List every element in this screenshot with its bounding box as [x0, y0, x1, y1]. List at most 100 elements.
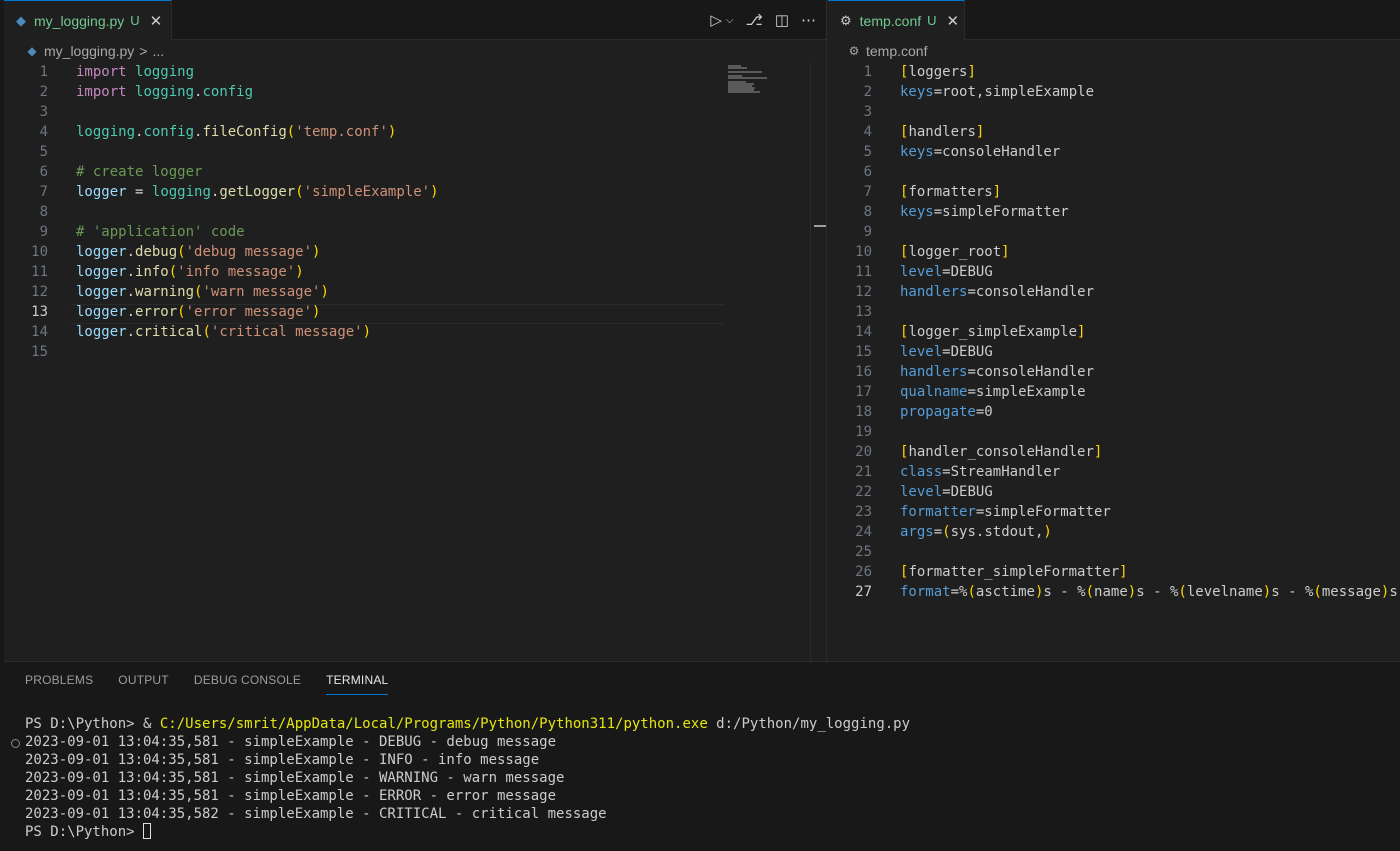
breadcrumb: ⚙ temp.conf [828, 40, 1400, 62]
breadcrumb-file[interactable]: temp.conf [866, 43, 927, 59]
code-text: keys=simpleFormatter [900, 204, 1069, 220]
tab-output[interactable]: OUTPUT [118, 671, 169, 695]
code-text: logging.config.fileConfig('temp.conf') [76, 124, 397, 140]
tab-my-logging-py[interactable]: ◆ my_logging.py U ✕ [4, 0, 172, 40]
line-number: 11 [855, 264, 872, 280]
close-icon[interactable]: ✕ [947, 12, 960, 30]
source-control-icon[interactable]: ⎇ [746, 11, 763, 29]
code-text: qualname=simpleExample [900, 384, 1086, 400]
line-number: 5 [39, 144, 48, 160]
code-text: logger.critical('critical message') [76, 324, 372, 340]
code-text: level=DEBUG [900, 264, 993, 280]
close-icon[interactable]: ✕ [150, 12, 163, 30]
line-number: 7 [39, 184, 48, 200]
code-text: args=(sys.stdout,) [900, 524, 1052, 540]
minimap[interactable] [724, 62, 814, 661]
code-text: logger.warning('warn message') [76, 284, 329, 300]
terminal-cursor [143, 823, 152, 839]
line-number: 12 [855, 284, 872, 300]
line-number: 20 [855, 444, 872, 460]
tab-temp-conf[interactable]: ⚙ temp.conf U ✕ [828, 0, 965, 40]
code-text: logger.info('info message') [76, 264, 304, 280]
scrollbar[interactable] [810, 62, 824, 661]
tab-debug-console[interactable]: DEBUG CONSOLE [194, 671, 301, 695]
line-number: 15 [31, 344, 48, 360]
line-number: 9 [863, 224, 872, 240]
code-text: level=DEBUG [900, 484, 993, 500]
scrollbar-marker [814, 225, 826, 227]
line-number: 27 [855, 584, 872, 600]
terminal-prompt: PS D:\Python> [25, 716, 144, 732]
minimap-line [728, 71, 763, 73]
untracked-badge: U [130, 13, 140, 28]
line-number: 10 [31, 244, 48, 260]
terminal-command-prefix: & [143, 716, 160, 732]
terminal-output-line: 2023-09-01 13:04:35,581 - simpleExample … [25, 788, 557, 804]
line-number: 3 [863, 104, 872, 120]
terminal-output-line: 2023-09-01 13:04:35,581 - simpleExample … [25, 752, 540, 768]
line-number: 13 [31, 304, 48, 320]
code-text: logger.debug('debug message') [76, 244, 321, 260]
breadcrumb-file[interactable]: my_logging.py [44, 43, 134, 59]
code-text: [formatters] [900, 184, 1002, 200]
line-number: 19 [855, 424, 872, 440]
line-number: 14 [855, 324, 872, 340]
terminal-output-line: 2023-09-01 13:04:35,581 - simpleExample … [25, 734, 557, 750]
split-editor-icon[interactable]: ◫ [775, 11, 789, 29]
command-decoration-icon[interactable] [11, 739, 20, 748]
line-number: 11 [31, 264, 48, 280]
code-text: [loggers] [900, 64, 976, 80]
python-file-icon: ◆ [27, 44, 37, 58]
tab-problems[interactable]: PROBLEMS [25, 671, 93, 695]
code-text: handlers=consoleHandler [900, 284, 1094, 300]
tab-bar: ⚙ temp.conf U ✕ [828, 0, 1400, 40]
line-number: 13 [855, 304, 872, 320]
code-text: import logging [76, 64, 195, 80]
code-text: # create logger [76, 164, 203, 180]
code-text: [logger_root] [900, 244, 1010, 260]
line-number: 7 [863, 184, 872, 200]
line-number: 5 [863, 144, 872, 160]
untracked-badge: U [927, 13, 937, 28]
line-number: 24 [855, 524, 872, 540]
more-icon[interactable]: ⋯ [801, 11, 816, 29]
line-number: 1 [863, 64, 872, 80]
line-number: 8 [863, 204, 872, 220]
tab-terminal[interactable]: TERMINAL [326, 671, 389, 695]
code-text: keys=consoleHandler [900, 144, 1061, 160]
terminal-command-exe: C:/Users/smrit/AppData/Local/Programs/Py… [159, 716, 708, 732]
chevron-down-icon[interactable]: ⌵ [726, 15, 734, 26]
gear-icon: ⚙ [840, 12, 852, 28]
terminal[interactable]: PS D:\Python> & C:/Users/smrit/AppData/L… [25, 715, 910, 841]
breadcrumb-more[interactable]: ... [152, 43, 164, 59]
terminal-command-arg: d:/Python/my_logging.py [707, 716, 911, 732]
python-file-icon: ◆ [16, 12, 26, 28]
terminal-command-line: PS D:\Python> & C:/Users/smrit/AppData/L… [25, 715, 910, 733]
terminal-prompt-line: PS D:\Python> [25, 823, 910, 841]
code-text: formatter=simpleFormatter [900, 504, 1111, 520]
minimap-line [728, 67, 747, 69]
line-number: 3 [39, 104, 48, 120]
run-icon[interactable]: ▷ [710, 11, 722, 29]
terminal-output-line: 2023-09-01 13:04:35,581 - simpleExample … [25, 770, 565, 786]
tab-label: my_logging.py [34, 12, 125, 29]
line-number: 14 [31, 324, 48, 340]
line-number: 8 [39, 204, 48, 220]
code-text: level=DEBUG [900, 344, 993, 360]
code-text: logger.error('error message') [76, 304, 321, 320]
tab-label: temp.conf [859, 12, 922, 29]
tab-bar: ◆ my_logging.py U ✕ ▷ ⌵ ⎇ ◫ ⋯ [4, 0, 826, 40]
line-number: 23 [855, 504, 872, 520]
gear-icon: ⚙ [848, 44, 860, 58]
line-number: 10 [855, 244, 872, 260]
code-text: [handler_consoleHandler] [900, 444, 1103, 460]
line-number: 17 [855, 384, 872, 400]
code-text: class=StreamHandler [900, 464, 1061, 480]
line-number: 15 [855, 344, 872, 360]
line-number: 22 [855, 484, 872, 500]
editor-group-left: ◆ my_logging.py U ✕ ▷ ⌵ ⎇ ◫ ⋯ ◆ my_loggi… [4, 0, 827, 661]
editor-actions: ▷ ⌵ ⎇ ◫ ⋯ [710, 0, 816, 40]
code-text: # 'application' code [76, 224, 245, 240]
editor-group-right: ⚙ temp.conf U ✕ ⚙ temp.conf 1 [loggers] 2 k… [828, 0, 1400, 661]
panel-tabs: PROBLEMS OUTPUT DEBUG CONSOLE TERMINAL [25, 671, 389, 695]
